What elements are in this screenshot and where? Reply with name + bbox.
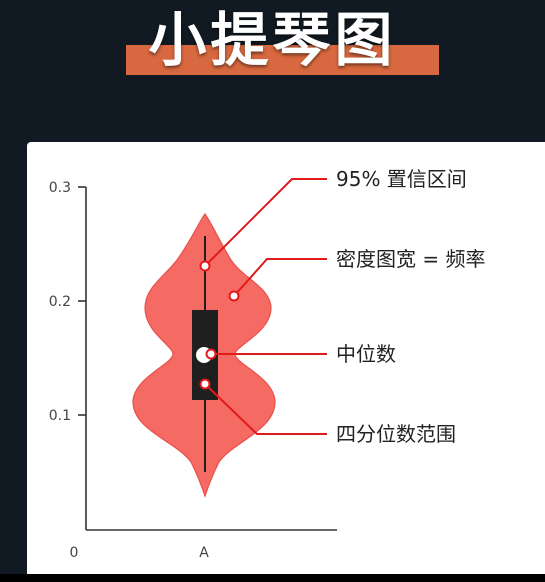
page-title: 小提琴图 [148,6,397,74]
origin-label: 0 [70,545,79,561]
y-tick-label: 0.3 [49,180,71,196]
violin-diagram: 0.3 0.2 0.1 0 A 95% 置信区间 密度图宽 = 频率 中位数 四… [49,167,486,561]
bottom-strip [0,574,545,582]
density-label: 密度图宽 = 频率 [336,247,485,271]
density-marker [228,290,240,302]
y-tick-label: 0.1 [49,408,71,424]
y-tick-label: 0.2 [49,294,71,310]
diagram-panel: 0.3 0.2 0.1 0 A 95% 置信区间 密度图宽 = 频率 中位数 四… [27,142,545,582]
median-label: 中位数 [336,342,396,366]
iqr-marker [199,378,211,390]
median-marker [205,348,217,360]
x-category-label: A [199,545,209,561]
iqr-label: 四分位数范围 [336,422,456,446]
ci-label: 95% 置信区间 [336,167,467,191]
ci-marker [199,260,211,272]
